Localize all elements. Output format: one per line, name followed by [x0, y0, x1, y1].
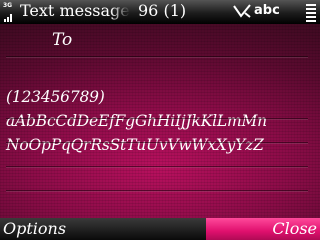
text-rule-1 [6, 118, 308, 119]
message-body[interactable]: (123456789) aAbBcCdDeEfFgGhHiIjJkKlLmMn … [6, 85, 312, 157]
window-title: Text message [20, 1, 130, 20]
input-mode-indicator: abc [232, 2, 282, 20]
battery-icon [306, 4, 316, 22]
to-field-label[interactable]: To [52, 30, 72, 50]
network-type-label: 3G [3, 2, 13, 9]
softkey-bar: Options Close [0, 218, 320, 240]
pen-icon [233, 4, 251, 18]
options-softkey[interactable]: Options [0, 218, 206, 240]
text-rule-3 [6, 166, 308, 167]
character-counter: 96 (1) [138, 1, 187, 20]
status-bar: 3G Text message 96 (1) abc [0, 0, 320, 24]
text-rule-4 [6, 190, 308, 191]
close-softkey-label: Close [272, 219, 317, 238]
close-softkey[interactable]: Close [206, 218, 320, 240]
header-divider [6, 56, 308, 57]
signal-strength-icon [4, 14, 14, 22]
options-softkey-label: Options [3, 219, 67, 238]
text-rule-2 [6, 142, 308, 143]
input-mode-label: abc [254, 3, 280, 18]
